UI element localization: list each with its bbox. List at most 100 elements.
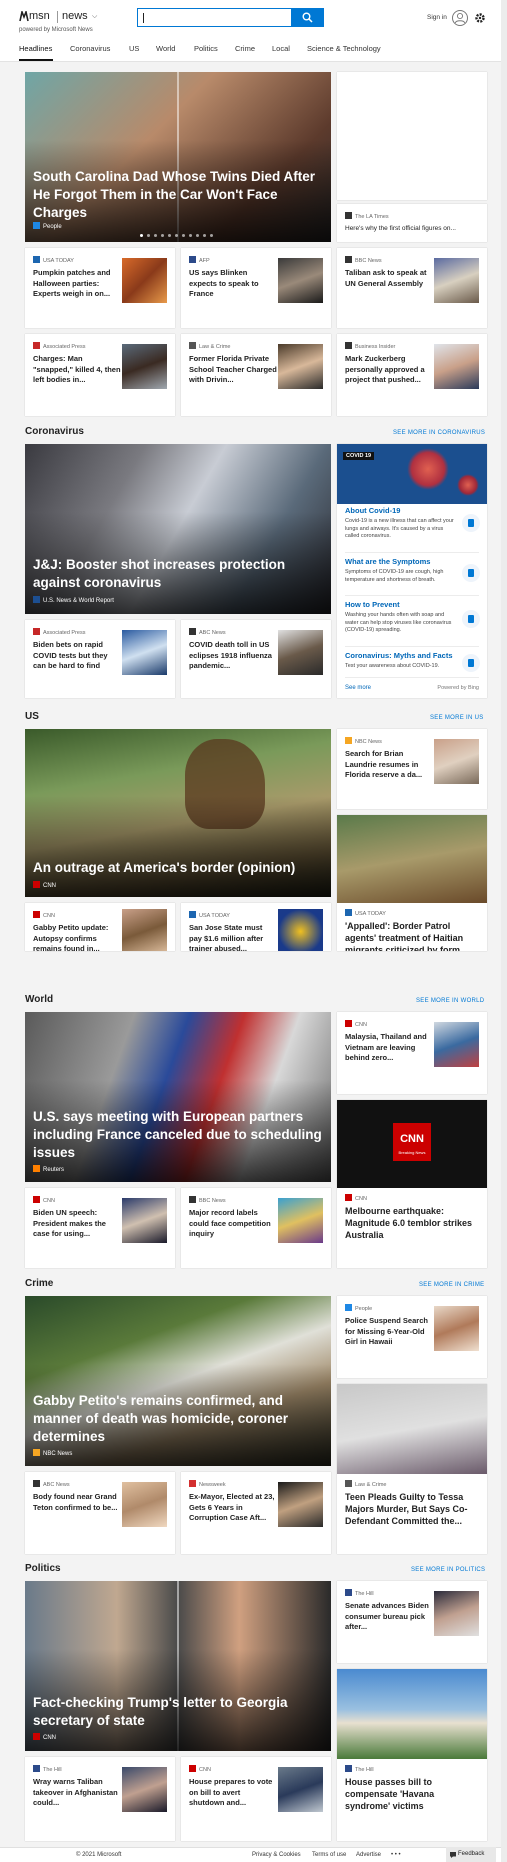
card-title[interactable]: Former Florida Private School Teacher Ch…: [189, 354, 277, 386]
card-thumbnail[interactable]: [434, 344, 479, 389]
carousel-dot[interactable]: [147, 234, 150, 237]
hero-title[interactable]: South Carolina Dad Whose Twins Died Afte…: [33, 168, 323, 222]
card-title[interactable]: Melbourne earthquake: Magnitude 6.0 temb…: [345, 1205, 479, 1241]
card-title[interactable]: Gabby Petito update: Autopsy confirms re…: [33, 923, 121, 951]
see-more-crime-link[interactable]: SEE MORE IN CRIME: [419, 1282, 484, 1288]
card-thumbnail[interactable]: [278, 630, 323, 675]
covid-item-myths[interactable]: Coronavirus: Myths and Facts Test your a…: [345, 651, 455, 671]
covid-item-title[interactable]: What are the Symptoms: [345, 557, 455, 566]
nav-politics[interactable]: Politics: [194, 44, 218, 53]
user-avatar-icon[interactable]: [452, 10, 468, 26]
card-title[interactable]: San Jose State must pay $1.6 million aft…: [189, 923, 277, 951]
page-scrollbar[interactable]: [501, 0, 507, 1862]
story-card[interactable]: BBC News Major record labels could face …: [181, 1188, 331, 1268]
card-thumbnail[interactable]: [278, 909, 323, 951]
section-title-us[interactable]: US: [25, 711, 39, 722]
card-title[interactable]: Body found near Grand Teton confirmed to…: [33, 1492, 121, 1513]
card-title[interactable]: Charges: Man "snapped," killed 4, then l…: [33, 354, 121, 386]
section-title-crime[interactable]: Crime: [25, 1278, 53, 1289]
card-thumbnail[interactable]: [122, 1198, 167, 1243]
card-thumbnail[interactable]: [434, 1306, 479, 1351]
card-title[interactable]: Search for Brian Laundrie resumes in Flo…: [345, 749, 433, 781]
hero-title[interactable]: Gabby Petito's remains confirmed, and ma…: [33, 1392, 323, 1446]
hero-title[interactable]: Fact-checking Trump's letter to Georgia …: [33, 1694, 323, 1730]
card-thumbnail[interactable]: [278, 258, 323, 303]
card-thumbnail[interactable]: [278, 1482, 323, 1527]
story-card[interactable]: AFP US says Blinken expects to speak to …: [181, 248, 331, 328]
card-image[interactable]: [337, 1384, 487, 1474]
section-title-politics[interactable]: Politics: [25, 1563, 61, 1574]
carousel-dot[interactable]: [140, 234, 143, 237]
story-card[interactable]: USA TODAY San Jose State must pay $1.6 m…: [181, 903, 331, 951]
card-title[interactable]: Senate advances Biden consumer bureau pi…: [345, 1601, 433, 1633]
story-card[interactable]: The Hill Wray warns Taliban takeover in …: [25, 1757, 175, 1841]
carousel-dot[interactable]: [210, 234, 213, 237]
card-thumbnail[interactable]: [122, 1482, 167, 1527]
card-thumbnail[interactable]: [278, 1767, 323, 1812]
story-card-large[interactable]: Law & Crime Teen Pleads Guilty to Tessa …: [337, 1384, 487, 1554]
card-title[interactable]: Major record labels could face competiti…: [189, 1208, 277, 1240]
card-title[interactable]: Pumpkin patches and Halloween parties: E…: [33, 268, 121, 300]
side-story-card[interactable]: The LA Times Here's why the first offici…: [337, 204, 487, 242]
politics-hero-story[interactable]: Fact-checking Trump's letter to Georgia …: [25, 1581, 331, 1751]
story-card[interactable]: BBC News Taliban ask to speak at UN Gene…: [337, 248, 487, 328]
hero-title[interactable]: U.S. says meeting with European partners…: [33, 1108, 323, 1162]
nav-headlines[interactable]: Headlines: [19, 44, 52, 53]
nav-world[interactable]: World: [156, 44, 175, 53]
nav-us[interactable]: US: [129, 44, 139, 53]
card-thumbnail[interactable]: [434, 258, 479, 303]
card-title[interactable]: Taliban ask to speak at UN General Assem…: [345, 268, 433, 289]
see-more-coronavirus-link[interactable]: SEE MORE IN CORONAVIRUS: [393, 430, 485, 436]
card-thumbnail[interactable]: [278, 1198, 323, 1243]
story-card[interactable]: CNN Gabby Petito update: Autopsy confirm…: [25, 903, 175, 951]
story-card-large[interactable]: USA TODAY 'Appalled': Border Patrol agen…: [337, 815, 487, 951]
carousel-dot[interactable]: [189, 234, 192, 237]
story-card[interactable]: Associated Press Biden bets on rapid COV…: [25, 620, 175, 698]
chevron-down-icon[interactable]: ⌵: [92, 13, 97, 21]
card-title[interactable]: 'Appalled': Border Patrol agents' treatm…: [345, 920, 479, 951]
card-title[interactable]: Ex-Mayor, Elected at 23, Gets 6 Years in…: [189, 1492, 277, 1524]
carousel-dot[interactable]: [175, 234, 178, 237]
advertise-link[interactable]: Advertise: [356, 1852, 381, 1858]
section-title-world[interactable]: World: [25, 994, 53, 1005]
hero-title[interactable]: J&J: Booster shot increases protection a…: [33, 556, 323, 592]
carousel-dot[interactable]: [154, 234, 157, 237]
card-thumbnail[interactable]: [122, 1767, 167, 1812]
story-card[interactable]: The Hill Senate advances Biden consumer …: [337, 1581, 487, 1663]
card-title[interactable]: Teen Pleads Guilty to Tessa Majors Murde…: [345, 1491, 479, 1527]
sign-in-link[interactable]: Sign in: [427, 14, 447, 21]
story-card[interactable]: Law & Crime Former Florida Private Schoo…: [181, 334, 331, 416]
story-card[interactable]: ABC News Body found near Grand Teton con…: [25, 1472, 175, 1554]
covid-item-about[interactable]: About Covid-19 Covid-19 is a new illness…: [345, 506, 455, 541]
story-card[interactable]: CNN House prepares to vote on bill to av…: [181, 1757, 331, 1841]
covid-item-prevent[interactable]: How to Prevent Washing your hands often …: [345, 600, 455, 635]
card-title[interactable]: US says Blinken expects to speak to Fran…: [189, 268, 277, 300]
section-title-coronavirus[interactable]: Coronavirus: [25, 426, 84, 437]
search-input[interactable]: [137, 8, 292, 27]
card-title[interactable]: Mark Zuckerberg personally approved a pr…: [345, 354, 433, 386]
card-thumbnail[interactable]: [434, 1022, 479, 1067]
covid-item-symptoms[interactable]: What are the Symptoms Symptoms of COVID-…: [345, 557, 455, 584]
see-more-politics-link[interactable]: SEE MORE IN POLITICS: [411, 1567, 485, 1573]
story-card-large[interactable]: CNN Breaking News CNN Melbourne earthqua…: [337, 1100, 487, 1268]
story-card[interactable]: Business Insider Mark Zuckerberg persona…: [337, 334, 487, 416]
world-hero-story[interactable]: U.S. says meeting with European partners…: [25, 1012, 331, 1182]
story-card[interactable]: Newsweek Ex-Mayor, Elected at 23, Gets 6…: [181, 1472, 331, 1554]
covid-item-title[interactable]: Coronavirus: Myths and Facts: [345, 651, 455, 660]
card-thumbnail[interactable]: [122, 344, 167, 389]
story-card[interactable]: NBC News Search for Brian Laundrie resum…: [337, 729, 487, 809]
story-card[interactable]: ABC News COVID death toll in US eclipses…: [181, 620, 331, 698]
crime-hero-story[interactable]: Gabby Petito's remains confirmed, and ma…: [25, 1296, 331, 1466]
privacy-link[interactable]: Privacy & Cookies: [252, 1852, 301, 1858]
card-thumbnail[interactable]: [278, 344, 323, 389]
nav-local[interactable]: Local: [272, 44, 290, 53]
carousel-dot[interactable]: [161, 234, 164, 237]
see-more-world-link[interactable]: SEE MORE IN WORLD: [416, 998, 484, 1004]
card-title[interactable]: Malaysia, Thailand and Vietnam are leavi…: [345, 1032, 433, 1064]
card-title[interactable]: Police Suspend Search for Missing 6-Year…: [345, 1316, 433, 1348]
story-card[interactable]: CNN Biden UN speech: President makes the…: [25, 1188, 175, 1268]
card-thumbnail[interactable]: [434, 739, 479, 784]
nav-science-technology[interactable]: Science & Technology: [307, 44, 381, 53]
nav-crime[interactable]: Crime: [235, 44, 255, 53]
card-title[interactable]: Biden UN speech: President makes the cas…: [33, 1208, 121, 1240]
